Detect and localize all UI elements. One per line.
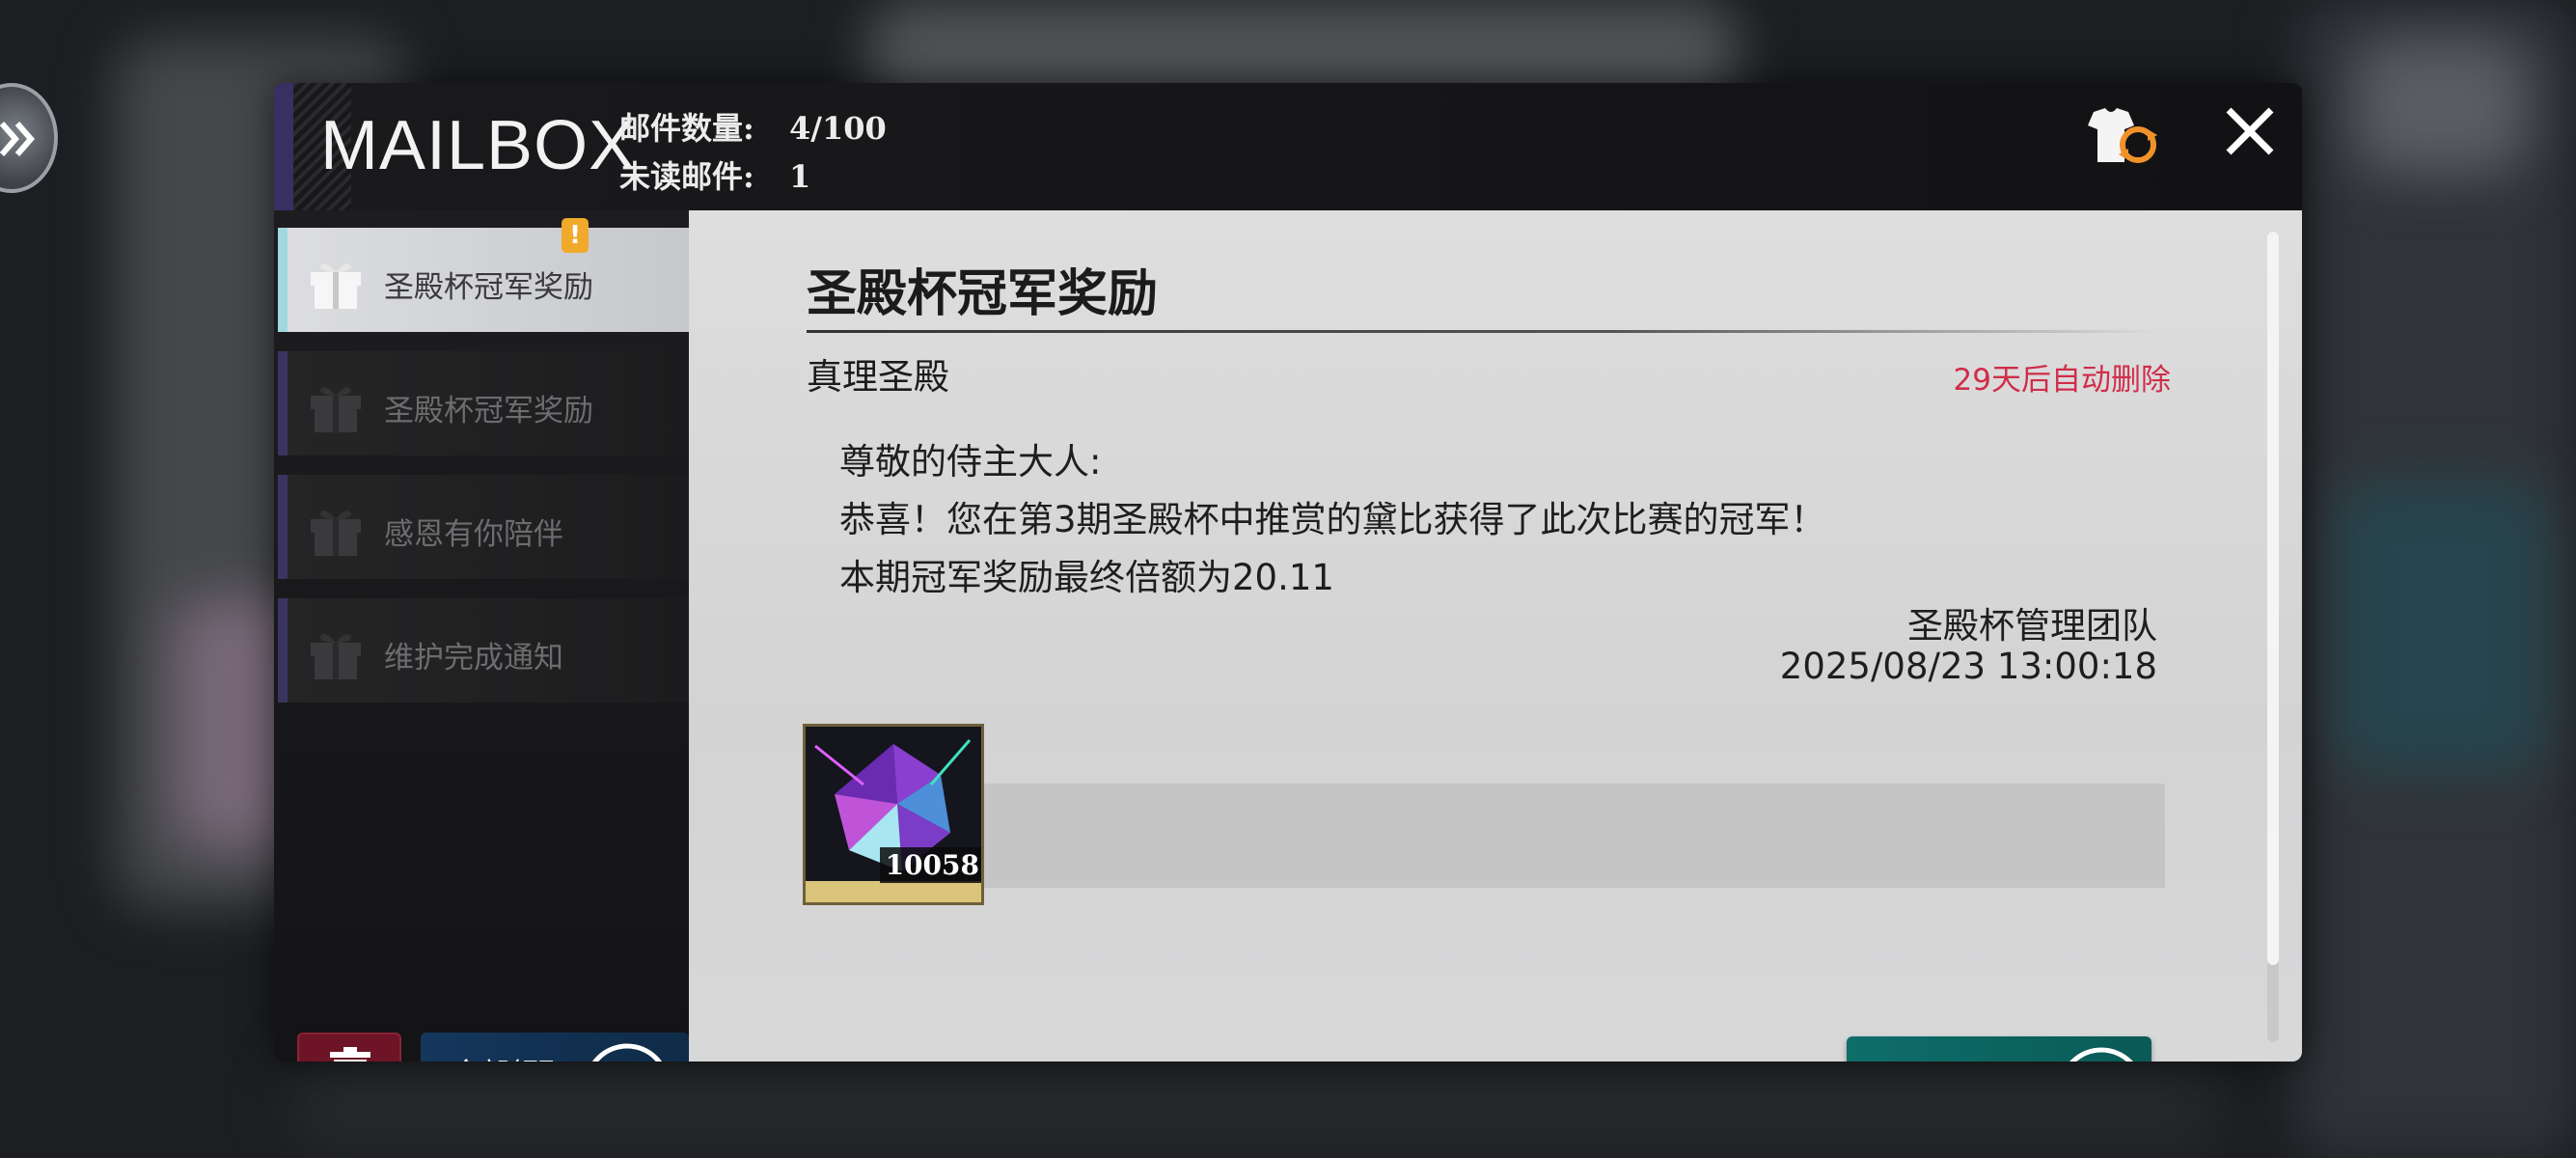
mail-subject: 感恩有你陪伴 [384, 517, 563, 552]
mail-list-item[interactable]: 圣殿杯冠军奖励 [278, 228, 689, 332]
mail-date: 2025/08/23 13:00:18 [1779, 646, 2157, 687]
delete-button[interactable] [297, 1033, 401, 1062]
trash-icon [330, 1047, 370, 1062]
claim-label: 领取 [1941, 1054, 2001, 1062]
mailbox-panel: MAILBOX 邮件数量: 4/100 未读邮件: 1 圣殿杯冠军奖励 ! 圣殿… [274, 83, 2302, 1062]
reward-item[interactable]: 10058 [803, 724, 984, 905]
mail-count: 邮件数量: 4/100 [619, 104, 887, 149]
mail-list-item[interactable]: 圣殿杯冠军奖励 [278, 351, 689, 455]
mail-list-item[interactable]: 感恩有你陪伴 [278, 475, 689, 579]
mail-body-line: 本期冠军奖励最终倍额为20.11 [839, 557, 1334, 598]
scrollbar[interactable] [2267, 232, 2279, 1042]
reward-strip [920, 784, 2165, 888]
unread-count-value: 1 [789, 158, 811, 195]
unread-count-label: 未读邮件: [619, 158, 754, 195]
gift-icon [309, 380, 363, 438]
mail-detail: 圣殿杯冠军奖励 真理圣殿 29天后自动删除 尊敬的侍主大人: 恭喜！您在第3期圣… [689, 210, 2302, 1062]
mail-signature: 圣殿杯管理团队 2025/08/23 13:00:18 [1780, 606, 2157, 687]
mail-subject: 圣殿杯冠军奖励 [384, 270, 593, 305]
mail-title: 圣殿杯冠军奖励 [807, 264, 1159, 323]
double-chevron-right-icon [0, 122, 35, 156]
mail-list-item[interactable]: 维护完成通知 [278, 598, 689, 703]
claim-all-button[interactable]: 全部领取 [421, 1033, 689, 1062]
outfit-swap-icon[interactable] [2080, 106, 2161, 172]
scrollbar-thumb[interactable] [2267, 232, 2279, 965]
mail-body-line: 尊敬的侍主大人: [839, 441, 1102, 482]
expiry-notice: 29天后自动删除 [1953, 363, 2171, 398]
mail-list: 圣殿杯冠军奖励 ! 圣殿杯冠军奖励 感恩有你陪伴 维护完成通知 [274, 210, 689, 1062]
mail-subject: 维护完成通知 [384, 641, 563, 676]
check-circle-icon [591, 1043, 663, 1062]
mail-body-line: 恭喜！您在第3期圣殿杯中推赏的黛比获得了此次比赛的冠军！ [839, 499, 1826, 540]
mail-sender: 真理圣殿 [807, 356, 949, 398]
gift-icon [309, 627, 363, 685]
claim-button[interactable]: 领取 [1847, 1036, 2151, 1062]
mailbox-header: MAILBOX 邮件数量: 4/100 未读邮件: 1 [274, 83, 2302, 210]
mail-subject: 圣殿杯冠军奖励 [384, 394, 593, 428]
mail-count-value: 4/100 [789, 110, 887, 147]
mailbox-title: MAILBOX [320, 107, 637, 184]
unread-badge: ! [562, 218, 589, 253]
unread-count: 未读邮件: 1 [619, 152, 810, 197]
gift-icon [309, 257, 363, 315]
gift-icon [309, 504, 363, 562]
reward-quantity: 10058 [879, 847, 981, 883]
check-circle-icon [2069, 1047, 2133, 1062]
claim-all-label: 全部领取 [452, 1050, 567, 1062]
mail-count-label: 邮件数量: [619, 110, 754, 147]
close-icon[interactable] [2223, 104, 2277, 162]
title-divider [807, 330, 2157, 333]
signature-team: 圣殿杯管理团队 [1907, 605, 2157, 647]
